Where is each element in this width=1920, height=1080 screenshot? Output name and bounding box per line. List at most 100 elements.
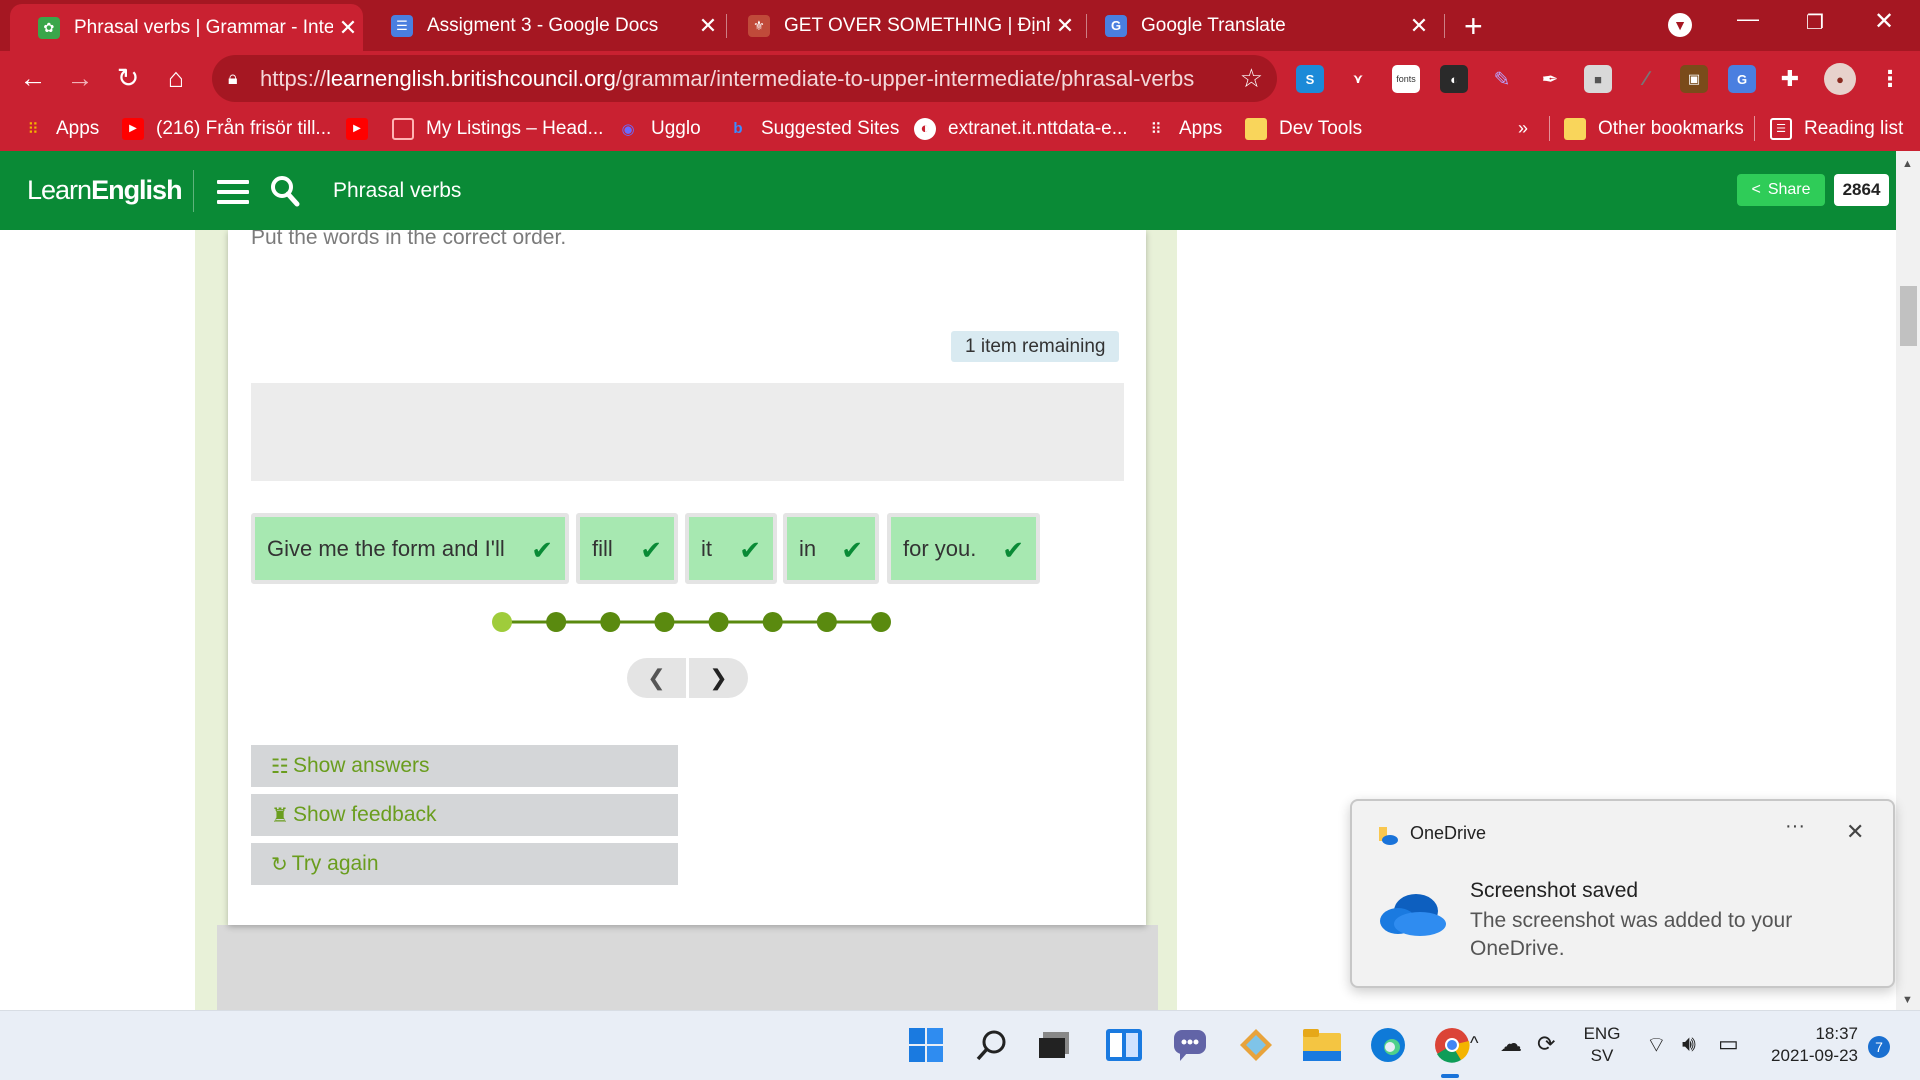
volume-icon[interactable]: 🔊︎ (1682, 1031, 1696, 1057)
start-button[interactable] (906, 1025, 946, 1065)
chrome-browser-icon[interactable] (1432, 1025, 1472, 1065)
word-tile[interactable]: it ✔ (685, 513, 777, 584)
progress-dot[interactable] (762, 612, 783, 632)
pen-extension-icon[interactable]: ✒ (1536, 65, 1564, 93)
bookmark-apps[interactable]: ⠿ Apps (22, 106, 100, 151)
fonts-extension-icon[interactable]: fonts (1392, 65, 1420, 93)
bookmark-dev-tools[interactable]: Dev Tools (1245, 106, 1362, 151)
home-icon[interactable]: ⌂ (158, 60, 194, 96)
tab-google-translate[interactable]: G Google Translate ✕ (1077, 0, 1434, 51)
try-again-button[interactable]: ↻ Try again (251, 843, 678, 885)
restore-icon[interactable]: ❐ (1806, 10, 1824, 35)
site-header: LearnEnglish Phrasal verbs < Share 2864 (0, 151, 1896, 230)
bookmark-separator (1549, 116, 1550, 141)
box-extension-icon[interactable]: ▣ (1680, 65, 1708, 93)
bookmark-ugglo[interactable]: ◉ Ugglo (617, 106, 700, 151)
reading-list[interactable]: ☰ Reading list (1770, 106, 1903, 151)
bookmark-star-icon[interactable]: ☆ (1240, 63, 1263, 94)
task-view-icon[interactable] (1034, 1025, 1074, 1065)
address-bar[interactable]: 🔒︎ https://learnenglish.britishcouncil.o… (212, 55, 1277, 102)
logo-light: Learn (27, 175, 92, 205)
progress-dot[interactable] (600, 612, 621, 632)
folder-icon (1245, 117, 1267, 140)
search-icon[interactable] (270, 175, 300, 207)
close-tab-icon[interactable]: ✕ (333, 15, 363, 41)
close-tab-icon[interactable]: ✕ (693, 13, 723, 39)
extensions-puzzle-icon[interactable]: ✚ (1776, 65, 1804, 93)
bookmark-my-listings[interactable]: My Listings – Head... (392, 106, 603, 151)
bookmark-youtube[interactable]: ▶ (346, 106, 380, 151)
show-answers-button[interactable]: ☷ Show answers (251, 745, 678, 787)
edge-browser-icon[interactable] (1368, 1025, 1408, 1065)
new-tab-button[interactable]: + (1464, 8, 1483, 45)
close-notification-icon[interactable]: ✕ (1846, 819, 1864, 845)
tab-phrasal-verbs[interactable]: ✿ Phrasal verbs | Grammar - Interm ✕ (10, 4, 363, 51)
onedrive-notification[interactable]: OneDrive ··· ✕ Screenshot saved The scre… (1350, 799, 1895, 988)
widgets-icon[interactable] (1104, 1025, 1144, 1065)
show-feedback-button[interactable]: ♜ Show feedback (251, 794, 678, 836)
tab-cambridge-dictionary[interactable]: ⚜ GET OVER SOMETHING | Định ng ✕ (720, 0, 1080, 51)
wifi-icon[interactable]: ⌔ (1646, 1031, 1667, 1059)
onedrive-cloud-icon (1380, 894, 1446, 936)
tab-search-icon[interactable]: ▼ (1668, 13, 1692, 37)
teams-chat-icon[interactable] (1170, 1025, 1210, 1065)
word-tile[interactable]: fill ✔ (576, 513, 678, 584)
screenshot-extension-icon[interactable]: ■ (1584, 65, 1612, 93)
search-taskbar-icon[interactable] (972, 1025, 1012, 1065)
tab-google-docs[interactable]: ☰ Assigment 3 - Google Docs ✕ (363, 0, 723, 51)
learnenglish-logo[interactable]: LearnEnglish (27, 175, 183, 206)
bookmark-youtube-frisor[interactable]: ▶ (216) Från frisör till... (122, 106, 331, 151)
listings-icon (392, 117, 414, 140)
translate-extension-icon[interactable]: G (1728, 65, 1756, 93)
network-extension-icon[interactable]: ⋎ (1344, 65, 1372, 93)
eyedropper-extension-icon[interactable]: ∕ (1632, 65, 1660, 93)
forward-arrow-icon[interactable]: → (62, 60, 98, 96)
dark-extension-icon[interactable]: ◐ (1440, 65, 1468, 93)
next-button[interactable]: ❯ (689, 658, 748, 698)
back-arrow-icon[interactable]: ← (15, 60, 51, 96)
feather-extension-icon[interactable]: ✎ (1488, 65, 1516, 93)
onedrive-tray-icon[interactable]: ☁ (1500, 1031, 1522, 1057)
word-tile[interactable]: in ✔ (783, 513, 879, 584)
bookmark-apps-2[interactable]: ⠿ Apps (1145, 106, 1223, 151)
page-scrollbar[interactable]: ▲ ▼ (1896, 151, 1920, 1010)
file-explorer-icon[interactable] (1302, 1025, 1342, 1065)
menu-kebab-icon[interactable]: ⋮ (1876, 65, 1904, 93)
notification-count-badge[interactable]: 7 (1868, 1036, 1890, 1058)
share-button[interactable]: < Share (1737, 174, 1825, 206)
other-bookmarks[interactable]: Other bookmarks (1564, 106, 1744, 151)
scroll-up-icon[interactable]: ▲ (1902, 158, 1913, 170)
progress-dot[interactable] (546, 612, 567, 632)
clock[interactable]: 18:37 2021-09-23 (1762, 1023, 1858, 1067)
show-hidden-icons[interactable]: ^ (1470, 1033, 1478, 1054)
answer-drop-zone[interactable] (251, 383, 1124, 481)
close-tab-icon[interactable]: ✕ (1404, 13, 1434, 39)
clock-date: 2021-09-23 (1771, 1046, 1858, 1065)
bookmarks-overflow-button[interactable]: » (1518, 106, 1528, 151)
scroll-down-icon[interactable]: ▼ (1902, 994, 1913, 1006)
bookmark-suggested-sites[interactable]: b Suggested Sites (727, 106, 899, 151)
hamburger-menu-icon[interactable] (217, 180, 249, 204)
progress-dot[interactable] (492, 612, 512, 632)
word-tile[interactable]: Give me the form and I'll ✔ (251, 513, 569, 584)
share-icon: < (1751, 181, 1761, 198)
input-language-indicator[interactable]: ENG SV (1580, 1023, 1624, 1067)
scrollbar-thumb[interactable] (1900, 286, 1917, 346)
reload-icon[interactable]: ↻ (110, 60, 146, 96)
sync-tray-icon[interactable]: ⟳ (1537, 1031, 1555, 1057)
skype-extension-icon[interactable]: S (1296, 65, 1324, 93)
progress-dot[interactable] (816, 612, 837, 632)
word-tile[interactable]: for you. ✔ (887, 513, 1040, 584)
more-options-icon[interactable]: ··· (1785, 815, 1805, 838)
progress-dot[interactable] (654, 612, 675, 632)
bookmark-extranet[interactable]: ◐ extranet.it.nttdata-e... (914, 106, 1128, 151)
pinned-app-icon[interactable] (1236, 1025, 1276, 1065)
progress-dot[interactable] (708, 612, 729, 632)
close-tab-icon[interactable]: ✕ (1050, 13, 1080, 39)
progress-dot[interactable] (871, 612, 891, 632)
battery-icon[interactable]: ▭ (1718, 1031, 1739, 1057)
window-close-icon[interactable]: ✕ (1874, 7, 1894, 36)
minimize-icon[interactable]: — (1737, 6, 1759, 32)
previous-button[interactable]: ❮ (627, 658, 686, 698)
profile-avatar[interactable]: ● (1824, 63, 1856, 95)
